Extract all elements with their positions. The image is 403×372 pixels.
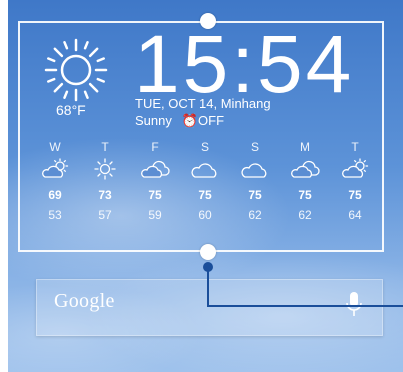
current-temperature: 68°F — [56, 102, 86, 118]
day-low: 62 — [248, 208, 262, 222]
edge-strip — [0, 0, 8, 372]
day-high: 75 — [148, 188, 162, 202]
condition-row: Sunny ⏰OFF — [135, 113, 224, 129]
day-high: 75 — [198, 188, 212, 202]
day-high: 75 — [298, 188, 312, 202]
date-location: TUE, OCT 14, Minhang — [135, 96, 271, 111]
alarm-status[interactable]: ⏰OFF — [182, 113, 224, 128]
day-high: 75 — [348, 188, 362, 202]
day-high: 75 — [248, 188, 262, 202]
sun-icon — [94, 158, 116, 180]
day-high: 69 — [48, 188, 62, 202]
weather-condition: Sunny — [135, 113, 172, 128]
resize-handle-bottom[interactable] — [200, 244, 216, 260]
forecast-day: S 75 60 — [180, 140, 230, 222]
day-label: W — [49, 140, 61, 154]
day-low: 57 — [98, 208, 112, 222]
forecast-day: T 75 64 — [330, 140, 380, 222]
cloudy-icon — [141, 160, 170, 178]
forecast-day: M 75 62 — [280, 140, 330, 222]
forecast-day: W 69 53 — [30, 140, 80, 222]
partly-cloudy-icon — [42, 158, 69, 178]
day-high: 73 — [98, 188, 112, 202]
day-label: S — [200, 140, 209, 154]
day-label: T — [101, 140, 109, 154]
day-label: F — [151, 140, 159, 154]
day-low: 60 — [198, 208, 212, 222]
day-low: 64 — [348, 208, 362, 222]
forecast-day: T 73 57 — [80, 140, 130, 222]
connector-dot — [203, 262, 213, 272]
sun-icon — [44, 38, 108, 102]
cloud-icon — [191, 163, 217, 178]
day-low: 62 — [298, 208, 312, 222]
google-logo[interactable]: Google — [54, 290, 115, 313]
day-label: T — [351, 140, 359, 154]
forecast-day: S 75 62 — [230, 140, 280, 222]
day-low: 59 — [148, 208, 162, 222]
partly-cloudy-icon — [342, 158, 369, 178]
day-label: M — [300, 140, 310, 154]
day-low: 53 — [48, 208, 62, 222]
microphone-icon[interactable] — [344, 290, 364, 320]
day-label: S — [250, 140, 259, 154]
cloudy-icon — [291, 160, 320, 178]
forecast-row: W 69 53 T 73 57 F 75 59 S 75 60 S 75 62 … — [30, 140, 380, 222]
cloud-icon — [241, 163, 267, 178]
forecast-day: F 75 59 — [130, 140, 180, 222]
